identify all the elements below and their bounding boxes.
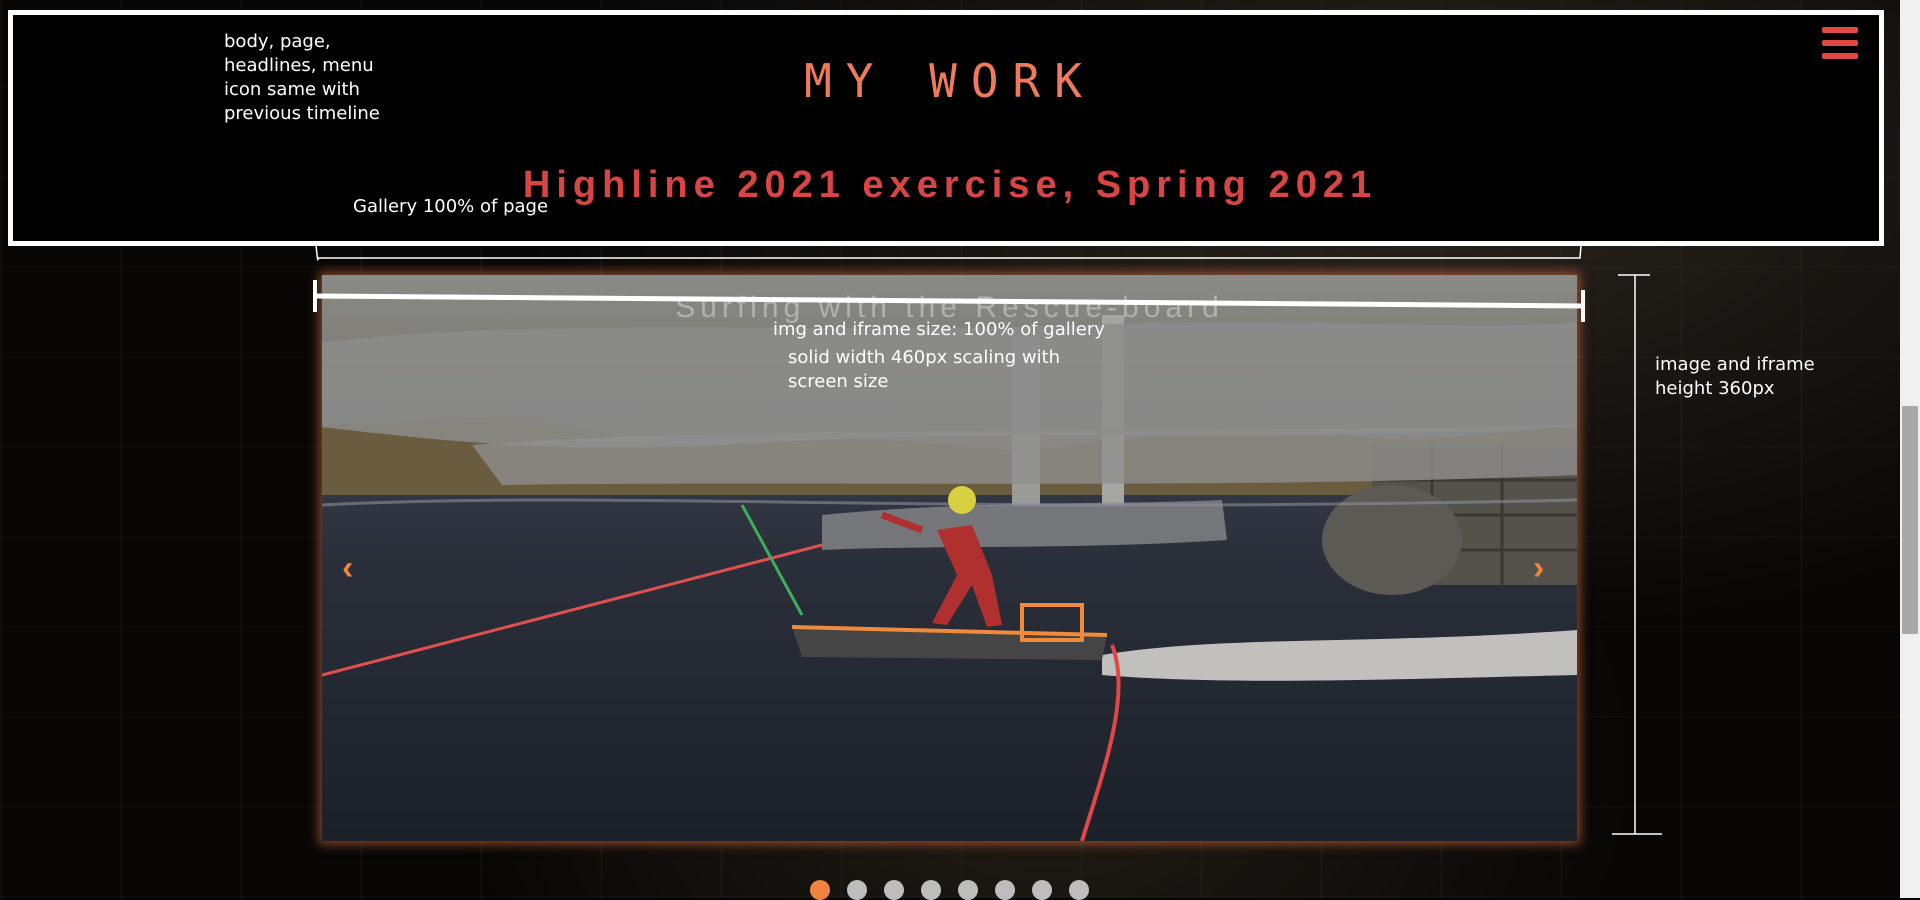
slide-dot-6[interactable] xyxy=(995,880,1015,900)
slide-dot-1[interactable] xyxy=(810,880,830,900)
annotation-height-note: image and iframe height 360px xyxy=(1655,354,1815,399)
scrollbar-thumb[interactable] xyxy=(1902,406,1918,634)
annotation-solid-note: solid width 460px scaling with screen si… xyxy=(788,347,1061,392)
slide-dot-7[interactable] xyxy=(1032,880,1052,900)
menu-bar xyxy=(1822,53,1858,59)
slide-dot-5[interactable] xyxy=(958,880,978,900)
chevron-left-icon[interactable]: ‹ xyxy=(342,548,353,588)
annotation-img-note: img and iframe size: 100% of gallery xyxy=(773,319,1105,340)
menu-bar xyxy=(1822,40,1858,46)
hamburger-menu-icon[interactable] xyxy=(1822,27,1858,59)
annotation-body-note: body, page, headlines, menu icon same wi… xyxy=(224,31,380,124)
vertical-scrollbar[interactable] xyxy=(1900,0,1920,898)
slide-dot-8[interactable] xyxy=(1069,880,1089,900)
slide-dot-2[interactable] xyxy=(847,880,867,900)
chevron-right-icon[interactable]: › xyxy=(1533,548,1544,588)
slide-dot-4[interactable] xyxy=(921,880,941,900)
timeline-title: Highline 2021 exercise, Spring 2021 xyxy=(522,164,1378,206)
menu-bar xyxy=(1822,27,1858,33)
slide-dot-3[interactable] xyxy=(884,880,904,900)
slide-dots xyxy=(810,880,1089,900)
annotation-gallery-note: Gallery 100% of page xyxy=(353,196,549,217)
